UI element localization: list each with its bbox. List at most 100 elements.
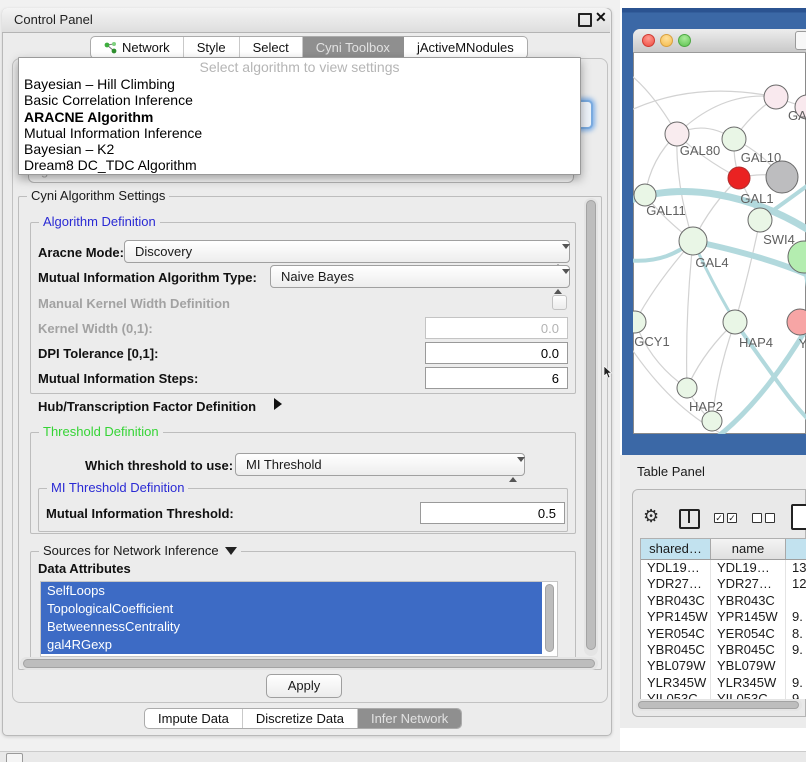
network-edge[interactable] [735, 220, 760, 322]
network-node[interactable] [728, 167, 750, 189]
table-cell: 8. [786, 626, 806, 642]
select-all-checks-icon[interactable]: ✓ ✓ [714, 513, 737, 523]
network-edge[interactable] [635, 322, 687, 388]
stepper-arrows-icon [509, 459, 517, 472]
columns-icon[interactable] [679, 509, 700, 529]
tab-style[interactable]: Style [184, 37, 240, 58]
tab-select[interactable]: Select [240, 37, 303, 58]
tab-discretize-data[interactable]: Discretize Data [243, 709, 358, 728]
algorithm-option[interactable]: Bayesian – K2 [19, 141, 580, 157]
table-row[interactable]: YLR345WYLR345W9. [641, 675, 806, 691]
deselect-all-checks-icon[interactable] [752, 513, 775, 523]
tab-label: Discretize Data [256, 711, 344, 726]
table-cell: YDR27… [641, 576, 711, 592]
network-edge[interactable] [633, 91, 776, 112]
table-cell: YPR145W [711, 609, 786, 625]
algorithm-option[interactable]: Bayesian – Hill Climbing [19, 76, 580, 92]
table-row[interactable]: YDR27…YDR27…12 [641, 576, 806, 592]
table-hscrollbar-thumb[interactable] [638, 701, 799, 709]
mi-steps-field[interactable] [425, 367, 568, 389]
table-row[interactable]: YDL19…YDL19…13 [641, 560, 806, 576]
network-node[interactable] [679, 227, 707, 255]
network-edge[interactable] [635, 241, 693, 322]
table-cell [786, 593, 806, 609]
data-attributes-list[interactable]: SelfLoopsTopologicalCoefficientBetweenne… [40, 581, 558, 657]
apply-button[interactable]: Apply [266, 674, 342, 698]
table-row[interactable]: YPR145WYPR145W9. [641, 609, 806, 625]
settings-vscrollbar-thumb[interactable] [586, 200, 596, 650]
mi-type-combobox[interactable]: Naive Bayes [270, 265, 570, 288]
algorithm-option[interactable]: Mutual Information Inference [19, 125, 580, 141]
network-node[interactable] [723, 310, 747, 334]
table-cell: YBR045C [641, 642, 711, 658]
algorithm-option[interactable]: ARACNE Algorithm [19, 109, 580, 125]
network-canvas[interactable]: GALGAL80GAL10GAL1SWI4GAL11GAL4GCY1HAP4YH… [633, 52, 806, 434]
close-traffic-light[interactable] [642, 34, 655, 47]
network-node[interactable] [766, 161, 798, 193]
column-header[interactable]: name [711, 539, 786, 559]
float-window-icon[interactable] [578, 13, 592, 27]
table-row[interactable]: YBR045CYBR045C9. [641, 642, 806, 658]
expand-arrow-icon[interactable] [274, 398, 282, 410]
network-node[interactable] [748, 208, 772, 232]
tab-cyni-toolbox[interactable]: Cyni Toolbox [303, 37, 404, 58]
minimize-traffic-light[interactable] [660, 34, 673, 47]
algorithm-option[interactable]: Basic Correlation Inference [19, 92, 580, 108]
network-window-titlebar[interactable] [633, 29, 806, 53]
network-node[interactable] [677, 378, 697, 398]
network-node[interactable] [722, 127, 746, 151]
attribute-item[interactable]: BetweennessCentrality [41, 618, 542, 636]
attribute-item[interactable]: SelfLoops [41, 582, 542, 600]
network-window-widget[interactable] [795, 31, 806, 50]
checked-box-icon: ✓ [727, 513, 737, 523]
table-row[interactable]: YBR043CYBR043C [641, 593, 806, 609]
algorithm-option[interactable]: Dream8 DC_TDC Algorithm [19, 157, 580, 173]
settings-hscrollbar-thumb[interactable] [23, 659, 595, 668]
tab-infer-network[interactable]: Infer Network [358, 709, 461, 728]
mi-threshold-label: Mutual Information Threshold: [46, 506, 234, 521]
network-edge[interactable] [687, 241, 693, 388]
dropdown-placeholder: Select algorithm to view settings [19, 59, 580, 76]
network-node[interactable] [764, 85, 788, 109]
kernel-width-field[interactable] [425, 317, 568, 339]
document-icon[interactable] [791, 504, 806, 530]
attribute-item[interactable]: TopologicalCoefficient [41, 600, 542, 618]
network-node[interactable] [787, 309, 806, 335]
tab-jactivemnodules[interactable]: jActiveMNodules [404, 37, 527, 58]
tab-label: Network [122, 40, 170, 55]
table-cell: 9. [786, 691, 806, 699]
attributes-scrollbar-thumb[interactable] [545, 584, 554, 652]
mi-steps-label: Mutual Information Steps: [38, 371, 198, 386]
control-panel-title: Control Panel [14, 12, 93, 27]
table-header-row: shared…nameA [641, 539, 806, 560]
table-row[interactable]: YIL053CYIL053C9. [641, 691, 806, 699]
gear-icon[interactable]: ⚙ [643, 506, 659, 526]
close-icon[interactable]: ✕ [595, 10, 607, 24]
table-row[interactable]: YBL079WYBL079W [641, 658, 806, 674]
table-row[interactable]: YER054CYER054C8. [641, 626, 806, 642]
hub-definition-label[interactable]: Hub/Transcription Factor Definition [38, 399, 256, 414]
tab-network[interactable]: Network [91, 37, 184, 58]
column-header[interactable]: shared… [641, 539, 711, 559]
manual-kernel-checkbox[interactable] [552, 295, 567, 310]
table-cell: YBR043C [711, 593, 786, 609]
aracne-mode-combobox[interactable]: Discovery [124, 240, 570, 263]
table-panel-title: Table Panel [637, 464, 705, 479]
table-cell [786, 658, 806, 674]
attribute-item[interactable]: gal4RGexp [41, 636, 542, 654]
dpi-tolerance-field[interactable] [425, 342, 568, 364]
sources-group-title[interactable]: Sources for Network Inference [39, 543, 241, 558]
aracne-mode-label: Aracne Mode: [38, 245, 124, 260]
bottom-left-window-icon[interactable] [6, 753, 23, 762]
table-cell: 9. [786, 609, 806, 625]
mi-threshold-field[interactable] [420, 502, 565, 524]
column-header[interactable]: A [786, 539, 806, 559]
network-node[interactable] [633, 311, 646, 333]
kernel-width-label: Kernel Width (0,1): [38, 321, 153, 336]
tab-impute-data[interactable]: Impute Data [145, 709, 243, 728]
network-node[interactable] [702, 411, 722, 431]
which-threshold-combobox[interactable]: MI Threshold [235, 453, 525, 476]
network-node-label: HAP2 [689, 399, 723, 414]
zoom-traffic-light[interactable] [678, 34, 691, 47]
stepper-arrows-icon [554, 271, 562, 284]
